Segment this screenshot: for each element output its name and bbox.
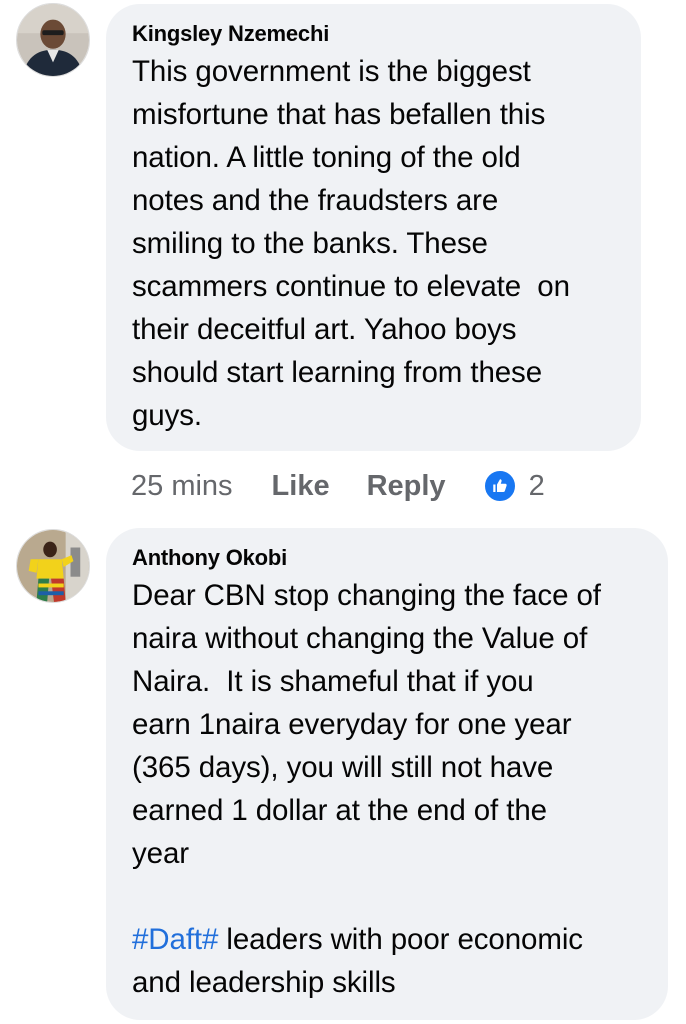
reaction-count: 2 — [528, 469, 545, 502]
comment-line: Naira. It is shameful that if you — [132, 665, 534, 698]
comment-line: scammers continue to elevate on — [132, 270, 570, 303]
comment-line: (365 days), you will still not have — [132, 751, 554, 784]
comment-line: their deceitful art. Yahoo boys — [132, 313, 517, 346]
comment-author[interactable]: Kingsley Nzemechi — [132, 20, 617, 48]
reply-button[interactable]: Reply — [367, 470, 446, 503]
comment-line: and leadership skills — [132, 966, 396, 999]
comment-timestamp[interactable]: 25 mins — [131, 470, 233, 503]
like-reaction-icon — [482, 469, 517, 503]
comment-line: smiling to the banks. These — [132, 227, 488, 260]
like-button[interactable]: Like — [272, 470, 330, 503]
comment-line: This government is the biggest — [132, 55, 531, 88]
comment-line: should start learning from these — [132, 356, 543, 389]
comment-author[interactable]: Anthony Okobi — [132, 544, 644, 572]
reaction-summary[interactable]: 2 — [482, 469, 545, 503]
person-avatar-icon — [17, 530, 89, 602]
comment-actions: 25 mins Like Reply 2 — [131, 466, 545, 506]
comment-line: #Daft# leaders with poor economic — [132, 918, 644, 961]
comment-line: naira without changing the Value of — [132, 622, 588, 655]
hashtag-link[interactable]: #Daft# — [132, 923, 218, 956]
comment-line: guys. — [132, 399, 203, 432]
comment-line: nation. A little toning of the old — [132, 141, 521, 174]
comment-line: earned 1 dollar at the end of the — [132, 794, 547, 827]
comment-bubble: Anthony Okobi Dear CBN stop changing the… — [106, 528, 668, 1020]
comment-line: notes and the fraudsters are — [132, 184, 499, 217]
comment-line: misfortune that has befallen this — [132, 98, 546, 131]
comment-line: Dear CBN stop changing the face of — [132, 579, 601, 612]
comment-text: Dear CBN stop changing the face of naira… — [132, 574, 644, 1004]
comment-line: year — [132, 837, 189, 870]
avatar-anthony[interactable] — [16, 529, 90, 603]
comment-line-rest: leaders with poor economic — [218, 923, 583, 956]
comment-line: earn 1naira everyday for one year — [132, 708, 572, 741]
person-avatar-icon — [17, 4, 89, 76]
comment-text: This government is the biggest misfortun… — [132, 50, 617, 437]
comment-bubble: Kingsley Nzemechi This government is the… — [106, 4, 641, 451]
avatar-kingsley[interactable] — [16, 3, 90, 77]
